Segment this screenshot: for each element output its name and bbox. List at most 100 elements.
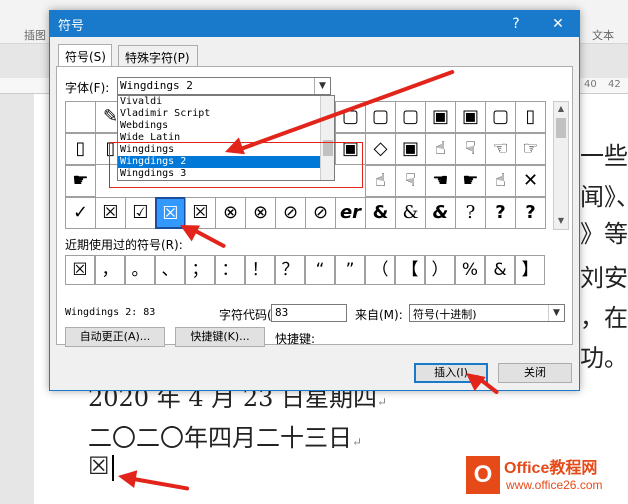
character-name: Wingdings 2: 83 [65,307,156,318]
symbol-dialog: 符号 ? ✕ 符号(S) 特殊字符(P) 字体(F): Wingdings 2 … [49,10,580,391]
scroll-up-icon[interactable]: ▲ [554,102,568,116]
symbol-cell[interactable]: ⊘ [275,197,306,229]
recent-symbol[interactable]: 、 [155,255,185,285]
symbols-panel: 字体(F): Wingdings 2 ▼ ✎ ▢ ▢ ▢ ▣ ▣ ▢ ▯ ▯ ▯… [56,66,573,347]
recent-symbol[interactable]: ） [425,255,455,285]
symbol-cell[interactable]: ☛ [65,165,96,197]
recent-symbol[interactable]: ； [185,255,215,285]
symbol-cell[interactable]: ☜ [485,133,516,165]
close-button[interactable]: 关闭 [498,363,572,383]
annotation-arrow-head [116,467,138,488]
symbol-cell[interactable]: ☟ [395,165,426,197]
symbol-cell[interactable]: ◇ [365,133,396,165]
recent-symbol[interactable]: & [485,255,515,285]
symbol-cell[interactable]: ☟ [455,133,486,165]
close-icon[interactable]: ✕ [544,13,572,35]
symbol-cell[interactable]: ▣ [455,101,486,133]
symbol-cell[interactable]: ? [455,197,486,229]
symbol-cell[interactable]: ☝ [425,133,456,165]
recent-symbols-row: ☒ ， 。 、 ； ： ！ ？ “ ” （ 【 ） % & 】 [65,255,553,287]
watermark-url: www.office26.com [506,478,603,492]
chevron-down-icon[interactable]: ▼ [314,78,330,94]
symbol-cell[interactable]: & [365,197,396,229]
help-button[interactable]: ? [502,13,530,35]
watermark-title: Office教程网 [504,460,598,477]
recent-symbol[interactable]: ” [335,255,365,285]
dialog-titlebar[interactable]: 符号 ? ✕ [50,11,579,37]
char-code-input[interactable]: 83 [271,304,347,322]
recent-symbol[interactable]: 】 [515,255,545,285]
symbol-cell[interactable]: ▢ [365,101,396,133]
scroll-down-icon[interactable]: ▼ [554,214,568,228]
font-select-value: Wingdings 2 [120,79,193,92]
shortcut-label: 快捷键: [275,332,316,346]
symbol-cell[interactable]: & [425,197,456,229]
symbol-cell[interactable]: ▣ [395,133,426,165]
symbol-cell[interactable]: & [395,197,426,229]
recent-symbol[interactable]: ， [95,255,125,285]
tab-special-characters[interactable]: 特殊字符(P) [118,45,198,67]
doc-line: ，在 [580,304,628,332]
recent-symbols-label: 近期使用过的符号(R): [65,238,183,252]
symbol-cell[interactable]: er [335,197,366,229]
symbol-cell[interactable]: ☝ [485,165,516,197]
doc-line: 闻》、 [580,183,628,211]
recent-symbol[interactable]: % [455,255,485,285]
symbol-cell[interactable]: ? [485,197,516,229]
symbol-cell[interactable]: ▢ [395,101,426,133]
font-select[interactable]: Wingdings 2 ▼ [117,77,331,95]
symbol-cell[interactable]: ☛ [455,165,486,197]
ruler-number: 40 [584,79,597,90]
symbol-cell[interactable]: ⊗ [215,197,246,229]
symbol-cell[interactable]: ⊘ [305,197,336,229]
doc-line: 刘安 [580,264,628,292]
doc-line: 一些 [580,142,628,170]
symbol-cell[interactable]: ☞ [515,133,546,165]
ruler-number: 42 [608,79,621,90]
tab-symbols[interactable]: 符号(S) [58,44,112,67]
paragraph-mark: ↵ [352,435,363,449]
shortcut-key-button[interactable]: 快捷键(K)... [175,327,265,347]
doc-line: 》等 [580,220,628,248]
autocorrect-button[interactable]: 自动更正(A)... [65,327,165,347]
recent-symbol[interactable]: ！ [245,255,275,285]
recent-symbol[interactable]: ☒ [65,255,95,285]
font-option[interactable]: Vladimir Script [118,108,334,120]
symbol-cell[interactable]: ☚ [425,165,456,197]
paragraph-mark: ↵ [377,395,388,409]
symbol-cell[interactable]: ▯ [515,101,546,133]
doc-line: 功。 [580,344,628,372]
watermark: O Office教程网 www.office26.com [466,452,626,498]
recent-symbol[interactable]: 【 [395,255,425,285]
chevron-down-icon[interactable]: ▼ [548,305,564,321]
symbol-cell[interactable]: ✓ [65,197,96,229]
scroll-thumb[interactable] [556,118,566,138]
text-cursor [111,454,114,481]
recent-symbol[interactable]: ？ [275,255,305,285]
font-label: 字体(F): [65,81,110,95]
symbol-cell[interactable]: ☝ [365,165,396,197]
recent-symbol[interactable]: “ [305,255,335,285]
symbol-cell[interactable]: ✕ [515,165,546,197]
symbol-cell[interactable]: ? [515,197,546,229]
from-label: 来自(M): [355,308,403,322]
symbol-cell[interactable]: ▢ [485,101,516,133]
recent-symbol[interactable]: 。 [125,255,155,285]
office-logo-icon: O [466,456,500,494]
from-select[interactable]: 符号(十进制) ▼ [409,304,565,322]
ribbon-group-illustrations[interactable]: 插图 [24,27,46,43]
symbol-cell[interactable]: ▯ [65,133,96,165]
doc-chinese-date: 二〇二〇年四月二十三日↵ [88,424,363,452]
symbol-cell[interactable]: ☑ [125,197,156,229]
symbol-cell[interactable]: ☒ [95,197,126,229]
symbol-cell[interactable]: ⊗ [245,197,276,229]
symbol-cell[interactable]: ▣ [425,101,456,133]
symbol-cell[interactable] [65,101,96,133]
ribbon-group-text[interactable]: 文本 [592,27,614,43]
recent-symbol[interactable]: ： [215,255,245,285]
from-select-value: 符号(十进制) [413,308,477,321]
dialog-title: 符号 [58,19,85,34]
recent-symbol[interactable]: （ [365,255,395,285]
grid-scrollbar[interactable]: ▲ ▼ [553,101,569,230]
font-option[interactable]: Vivaldi [118,96,334,108]
